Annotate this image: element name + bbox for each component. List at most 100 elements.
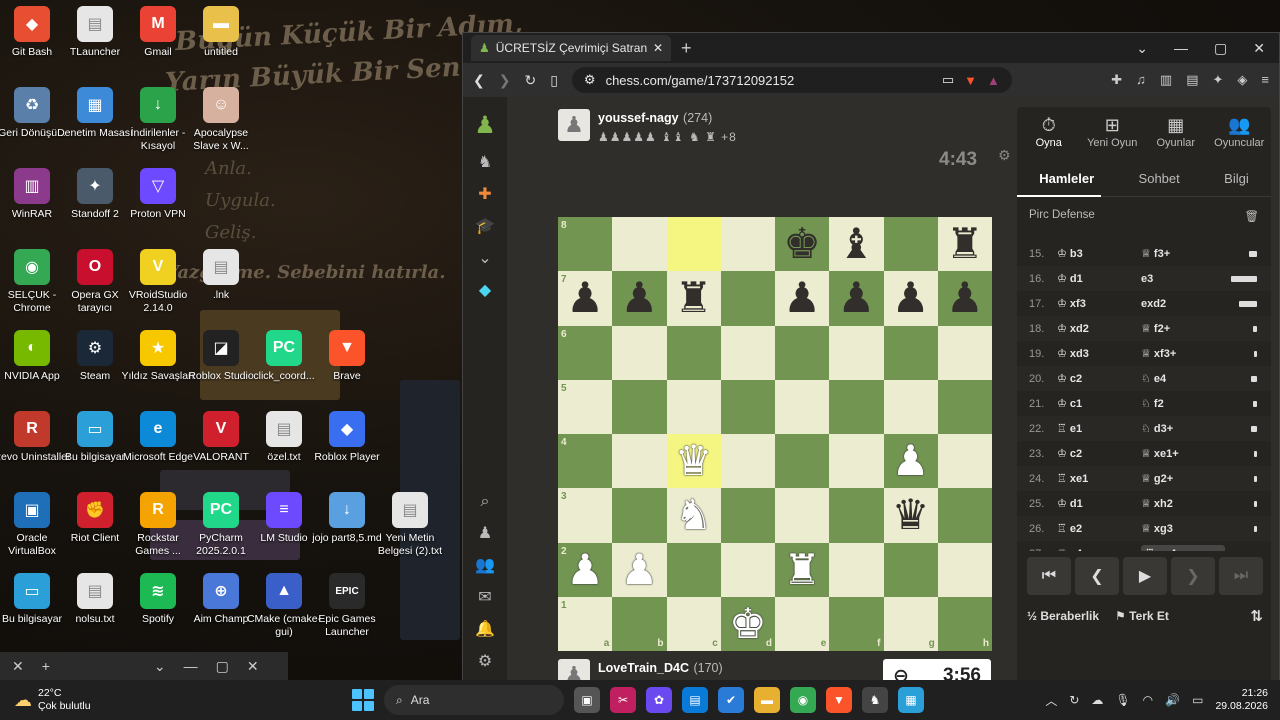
plus-icon[interactable]: + bbox=[42, 658, 50, 674]
square-f5[interactable] bbox=[829, 379, 884, 434]
black-pawn[interactable]: ♟ bbox=[775, 271, 829, 325]
white-move[interactable]: ♕ c4 bbox=[1057, 547, 1141, 551]
premium-diamond-icon[interactable]: ◆ bbox=[479, 280, 491, 300]
black-pawn[interactable]: ♟ bbox=[829, 271, 883, 325]
white-move[interactable]: ♔ c2 bbox=[1057, 372, 1141, 385]
square-c2[interactable] bbox=[666, 542, 721, 597]
square-b5[interactable] bbox=[612, 379, 667, 434]
play-icon[interactable]: ♞ bbox=[478, 152, 492, 172]
square-b7[interactable]: ♟ bbox=[612, 271, 667, 326]
square-c1[interactable]: c bbox=[666, 596, 721, 651]
square-a1[interactable]: 1a bbox=[558, 596, 613, 651]
square-c3[interactable]: ♞ bbox=[666, 488, 721, 543]
maximize-icon[interactable]: ▢ bbox=[216, 658, 229, 675]
square-h7[interactable]: ♟ bbox=[937, 271, 992, 326]
brave-shield-icon[interactable]: ▼ bbox=[964, 73, 977, 88]
square-d1[interactable]: d ♚ bbox=[720, 596, 775, 651]
top-player-name[interactable]: youssef-nagy bbox=[598, 111, 679, 125]
desktop-shortcut[interactable]: ▼ Brave bbox=[308, 330, 386, 383]
vpn-icon[interactable]: ◈ bbox=[1237, 72, 1247, 88]
browser-tab-chess[interactable]: ♟ ÜCRETSİZ Çevrimiçi Satranç Oyna ✕ bbox=[471, 35, 671, 61]
square-c7[interactable]: ♜ bbox=[666, 271, 721, 326]
square-d8[interactable] bbox=[720, 217, 775, 272]
start-button[interactable] bbox=[352, 689, 374, 711]
panel-tab-2[interactable]: ▦ Oyunlar bbox=[1146, 115, 1206, 161]
square-h4[interactable] bbox=[937, 434, 992, 489]
black-pawn[interactable]: ♟ bbox=[938, 271, 992, 325]
flip-board-icon[interactable]: ⇅ bbox=[1250, 607, 1263, 625]
square-c4[interactable]: ♛ bbox=[666, 434, 721, 489]
white-move[interactable]: ♖ e1 bbox=[1057, 422, 1141, 435]
onedrive-icon[interactable]: ☁ bbox=[1091, 693, 1103, 707]
square-a7[interactable]: 7 ♟ bbox=[558, 271, 613, 326]
board-settings-icon[interactable]: ⚙ bbox=[998, 147, 1011, 164]
black-move[interactable]: ♕ xf3+ bbox=[1141, 347, 1225, 360]
close-icon[interactable]: ✕ bbox=[247, 658, 259, 675]
square-d7[interactable] bbox=[720, 271, 775, 326]
black-move[interactable]: ♕ f2+ bbox=[1141, 322, 1225, 335]
search-icon[interactable]: ⌕ bbox=[481, 493, 490, 511]
settings-icon[interactable]: ⚙ bbox=[478, 651, 492, 671]
square-h8[interactable]: ♜ bbox=[937, 217, 992, 272]
white-move[interactable]: ♔ c2 bbox=[1057, 447, 1141, 460]
black-queen[interactable]: ♛ bbox=[884, 488, 938, 542]
subtab-info[interactable]: Bilgi bbox=[1224, 171, 1249, 186]
square-a3[interactable]: 3 bbox=[558, 488, 613, 543]
square-b3[interactable] bbox=[612, 488, 667, 543]
draw-button[interactable]: ½ Beraberlik bbox=[1027, 609, 1099, 623]
url-field[interactable]: ⚙ chess.com/game/173712092152 ▭ ▼ ▲ bbox=[571, 67, 1012, 93]
first-move-button[interactable]: ⏮ bbox=[1027, 557, 1071, 595]
black-move[interactable]: ♕ xh2 bbox=[1141, 497, 1225, 510]
black-move[interactable]: ♕ xg3 bbox=[1141, 522, 1225, 535]
square-d2[interactable] bbox=[720, 542, 775, 597]
bookmark-icon[interactable]: ▯ bbox=[550, 72, 558, 89]
square-f1[interactable]: f bbox=[829, 596, 884, 651]
white-move[interactable]: ♔ xd2 bbox=[1057, 322, 1141, 335]
todo-icon[interactable]: ✔ bbox=[718, 687, 744, 713]
square-d5[interactable] bbox=[720, 379, 775, 434]
black-move[interactable]: ♕ g2+ bbox=[1141, 472, 1225, 485]
square-a4[interactable]: 4 bbox=[558, 434, 613, 489]
square-b6[interactable] bbox=[612, 325, 667, 380]
sidebar-icon[interactable]: ▥ bbox=[1160, 72, 1172, 88]
black-move[interactable]: ♘ e4 bbox=[1141, 372, 1225, 385]
square-f7[interactable]: ♟ bbox=[829, 271, 884, 326]
black-king[interactable]: ♚ bbox=[775, 217, 829, 271]
square-e6[interactable] bbox=[775, 325, 830, 380]
black-move[interactable]: e3 bbox=[1141, 273, 1225, 285]
white-pawn[interactable]: ♟ bbox=[884, 434, 938, 488]
chrome-icon[interactable]: ◉ bbox=[790, 687, 816, 713]
desktop-shortcut[interactable]: ◆ Roblox Player bbox=[308, 411, 386, 464]
close-tab-icon[interactable]: ✕ bbox=[653, 41, 663, 55]
square-b8[interactable] bbox=[612, 217, 667, 272]
square-g4[interactable]: ♟ bbox=[883, 434, 938, 489]
taskbar-search[interactable]: ⌕ Ara bbox=[384, 685, 564, 715]
black-move[interactable]: ♘ d3+ bbox=[1141, 422, 1225, 435]
microphone-icon[interactable]: 🎙 bbox=[1115, 693, 1130, 707]
friends-icon[interactable]: 👥 bbox=[475, 555, 495, 575]
white-move[interactable]: ♔ c1 bbox=[1057, 397, 1141, 410]
panel-tab-1[interactable]: ⊞ Yeni Oyun bbox=[1082, 115, 1142, 161]
square-b1[interactable]: b bbox=[612, 596, 667, 651]
square-e7[interactable]: ♟ bbox=[775, 271, 830, 326]
square-f4[interactable] bbox=[829, 434, 884, 489]
square-d6[interactable] bbox=[720, 325, 775, 380]
black-move[interactable]: ♘ f2 bbox=[1141, 397, 1225, 410]
square-g2[interactable] bbox=[883, 542, 938, 597]
black-pawn[interactable]: ♟ bbox=[612, 271, 666, 325]
maximize-icon[interactable]: ▢ bbox=[1214, 40, 1227, 57]
square-f8[interactable]: ♝ bbox=[829, 217, 884, 272]
leo-icon[interactable]: ✦ bbox=[1213, 72, 1224, 88]
square-g6[interactable] bbox=[883, 325, 938, 380]
subtab-moves[interactable]: Hamleler bbox=[1039, 171, 1094, 186]
trash-icon[interactable]: 🗑 bbox=[1244, 209, 1259, 223]
close-icon[interactable]: ✕ bbox=[1253, 40, 1265, 57]
square-e4[interactable] bbox=[775, 434, 830, 489]
desktop-shortcut[interactable]: ▤ .lnk bbox=[182, 249, 260, 302]
white-king[interactable]: ♚ bbox=[721, 597, 775, 651]
avatar[interactable]: ♟ bbox=[558, 109, 590, 141]
notifications-icon[interactable]: 🔔 bbox=[475, 619, 495, 639]
wifi-icon[interactable]: ◠ bbox=[1143, 693, 1153, 707]
profile-icon[interactable]: ♟ bbox=[478, 523, 492, 543]
white-pawn[interactable]: ♟ bbox=[558, 543, 612, 597]
